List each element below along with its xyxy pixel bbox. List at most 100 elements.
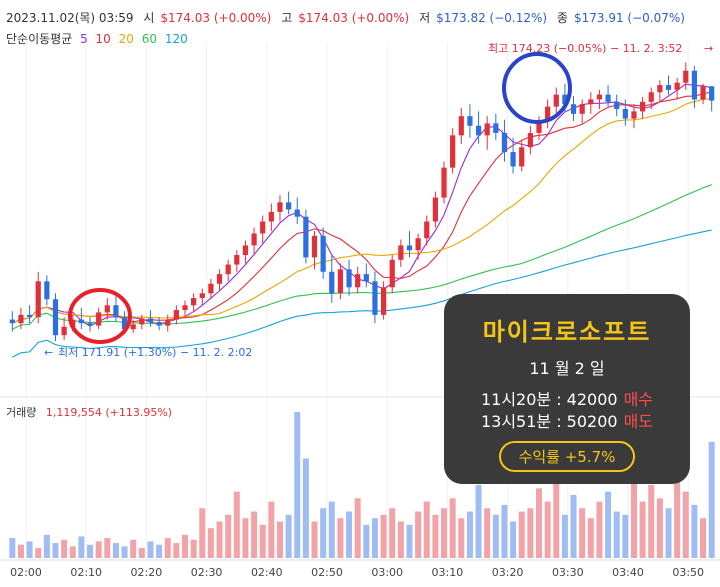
- candle-body: [450, 135, 456, 168]
- volume-bar: [35, 548, 42, 558]
- x-axis: 02:00 02:10 02:20 02:30 02:40 02:50 03:00 03:10…: [10, 566, 704, 579]
- volume-bar: [52, 543, 59, 558]
- candle-body: [9, 319, 15, 324]
- candle-body: [165, 319, 171, 326]
- volume-bar: [510, 521, 517, 558]
- volume-bar: [199, 508, 206, 558]
- volume-bar: [432, 514, 439, 558]
- candle-body: [104, 305, 110, 313]
- candle-body: [622, 109, 628, 119]
- candle-body: [355, 274, 361, 288]
- high-annotation: 최고 174.23 (−0.05%) − 11. 2. 3:52: [488, 42, 682, 55]
- volume-bar: [147, 541, 154, 558]
- sell-text: 13시51분 : 50200: [480, 412, 618, 431]
- volume-bar: [182, 534, 188, 558]
- candle-body: [260, 221, 266, 234]
- volume-bar: [285, 514, 292, 558]
- candle-body: [657, 85, 663, 93]
- volume-bar: [156, 544, 163, 558]
- candle-body: [208, 283, 214, 294]
- volume-bar: [544, 501, 551, 558]
- x-tick-label: 02:00: [10, 566, 42, 579]
- candle-body: [614, 101, 620, 110]
- ma-line-5: [12, 83, 712, 327]
- volume-bar: [596, 501, 603, 558]
- volume-bar: [466, 511, 473, 558]
- volume-bar: [579, 508, 586, 558]
- volume-bar: [337, 518, 344, 558]
- candle-body: [372, 281, 378, 315]
- volume-bar: [61, 539, 68, 558]
- candle-body: [234, 254, 240, 265]
- volume-value: 1,119,554 (+113.95%): [45, 406, 173, 419]
- sell-row: 13시51분 : 50200 매도: [444, 411, 690, 433]
- low-annotation: 최저 171.91 (+1.30%) − 11. 2. 2:02: [58, 346, 252, 359]
- candle-body: [26, 314, 33, 318]
- candle-body: [268, 211, 274, 222]
- volume-bar: [527, 508, 534, 558]
- candle-body: [363, 274, 369, 282]
- volume-bar: [302, 458, 309, 558]
- volume-bar: [518, 511, 525, 558]
- panel-title: 마이크로소프트: [482, 318, 652, 346]
- volume-bar: [320, 508, 327, 558]
- candle-body: [156, 322, 162, 326]
- candle-body: [216, 274, 223, 284]
- volume-bar: [233, 491, 240, 558]
- volume-bar: [78, 536, 85, 558]
- candle-body: [225, 264, 231, 275]
- volume-bar: [475, 485, 482, 558]
- profit-badge: 수익률 +5.7%: [498, 441, 636, 472]
- volume-bar: [570, 494, 577, 558]
- volume-bar: [691, 504, 698, 558]
- volume-bar: [346, 511, 353, 558]
- candle-body: [52, 299, 59, 336]
- volume-bar: [121, 546, 128, 558]
- candle-body: [519, 147, 525, 167]
- volume-bar: [656, 498, 663, 558]
- ma-line-10: [12, 91, 712, 324]
- volume-bar: [371, 518, 378, 558]
- candle-body: [113, 305, 119, 318]
- candle-body: [44, 281, 50, 300]
- candle-body: [579, 104, 585, 114]
- candle-body: [493, 123, 499, 133]
- candle-body: [389, 259, 395, 288]
- volume-bar: [648, 485, 655, 558]
- volume-label: 거래량: [6, 406, 37, 419]
- volume-bar: [43, 534, 50, 558]
- volume-bar: [501, 504, 508, 558]
- candle-body: [475, 125, 482, 136]
- volume-header: 거래량 1,119,554 (+113.95%): [6, 404, 178, 420]
- volume-bar: [363, 524, 370, 558]
- candle-body: [510, 152, 516, 167]
- candle-body: [458, 116, 464, 136]
- volume-bar: [354, 498, 361, 558]
- candle-body: [700, 86, 706, 100]
- volume-bar: [639, 501, 646, 558]
- candle-body: [251, 233, 257, 246]
- volume-bar: [251, 511, 258, 558]
- candle-body: [691, 70, 698, 100]
- volume-bar: [311, 521, 318, 558]
- candle-body: [432, 197, 438, 222]
- candle-body: [320, 235, 326, 272]
- x-tick-label: 02:30: [191, 566, 223, 579]
- candle-body: [501, 132, 508, 153]
- volume-bar: [242, 518, 249, 558]
- candle-body: [96, 312, 102, 326]
- x-tick-label: 03:40: [612, 566, 644, 579]
- candle-body: [553, 94, 559, 107]
- candle-body: [631, 111, 637, 119]
- candle-body: [380, 287, 387, 315]
- volume-bar: [259, 524, 266, 558]
- volume-bar: [380, 514, 387, 558]
- sell-label: 매도: [623, 412, 654, 431]
- volume-bar: [216, 521, 223, 558]
- candle-body: [588, 99, 594, 105]
- candle-body: [182, 305, 188, 311]
- candle-body: [527, 132, 533, 148]
- volume-bar: [536, 488, 542, 558]
- volume-bar: [605, 491, 612, 558]
- candle-body: [398, 245, 404, 260]
